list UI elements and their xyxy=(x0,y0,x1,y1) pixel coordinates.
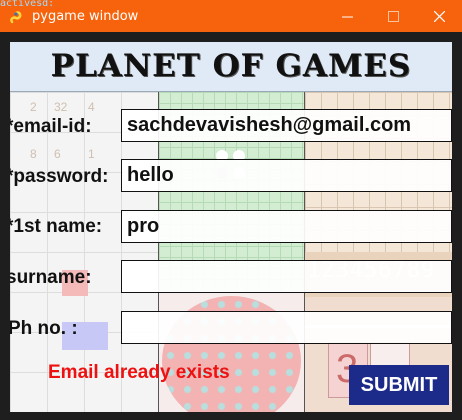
title-banner: PLANET OF GAMES xyxy=(10,42,452,92)
background-number: 8 xyxy=(30,147,37,161)
minimize-icon xyxy=(341,16,353,17)
phone-field[interactable] xyxy=(121,311,452,344)
game-canvas: 3 123456789 2 32 4 8 6 1 PLANET OF GAMES… xyxy=(10,42,452,412)
first-name-field[interactable]: pro xyxy=(121,210,452,243)
background-number: 4 xyxy=(88,100,95,114)
first-name-label: *1st name: xyxy=(10,216,103,237)
phone-label: Ph no. : xyxy=(10,318,78,339)
minimize-button[interactable] xyxy=(324,0,370,32)
password-field[interactable]: hello xyxy=(121,159,452,192)
background-number: 2 xyxy=(30,100,37,114)
close-icon xyxy=(433,10,445,22)
window-titlebar[interactable]: pygame window xyxy=(0,0,462,32)
close-button[interactable] xyxy=(416,0,462,32)
error-message: Email already exists xyxy=(48,362,230,383)
email-label: *email-id: xyxy=(10,116,92,137)
pygame-snake-icon xyxy=(10,11,22,24)
background-code-text: activesd: xyxy=(0,0,54,9)
maximize-button[interactable] xyxy=(370,0,416,32)
maximize-icon xyxy=(387,10,399,22)
submit-button[interactable]: SUBMIT xyxy=(349,365,449,405)
window-title: pygame window xyxy=(32,9,139,24)
background-number: 6 xyxy=(54,147,61,161)
page-title: PLANET OF GAMES xyxy=(50,48,412,84)
surname-field[interactable] xyxy=(121,260,452,293)
background-number: 1 xyxy=(88,147,95,161)
surname-label: surname: xyxy=(10,267,92,288)
background-number: 32 xyxy=(54,100,68,114)
password-label: *password: xyxy=(10,166,109,187)
email-field[interactable]: sachdevavishesh@gmail.com xyxy=(121,109,452,142)
